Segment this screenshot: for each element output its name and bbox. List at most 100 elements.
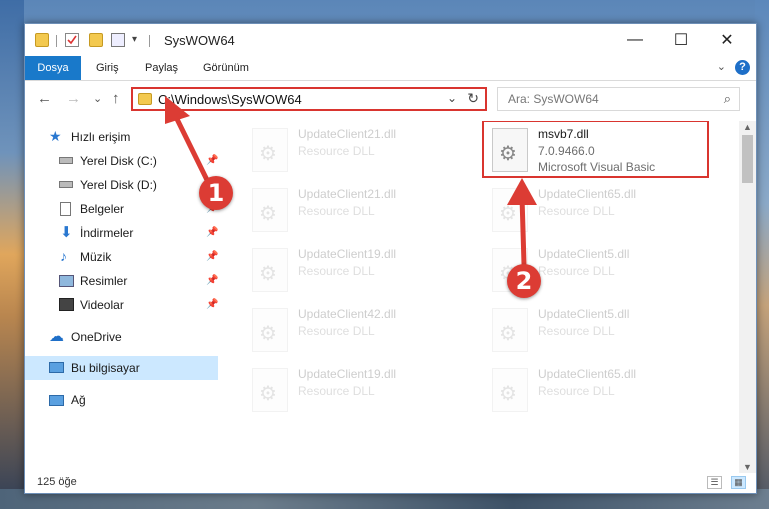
up-arrow-icon[interactable]: ↑: [112, 90, 120, 107]
address-bar[interactable]: C:\Windows\SysWOW64 ⌄ ↻: [131, 87, 487, 111]
file-name: UpdateClient21.dll: [298, 127, 397, 141]
file-tile[interactable]: ⚙ UpdateClient65.dll Resource DLL: [485, 365, 710, 421]
file-type: Resource DLL: [538, 204, 615, 218]
details-view-icon[interactable]: ☰: [707, 476, 722, 489]
properties-icon[interactable]: [65, 33, 79, 47]
gear-icon: ⚙: [259, 323, 277, 345]
sidebar-item-documents[interactable]: Belgeler 📌: [25, 198, 218, 220]
back-arrow-icon[interactable]: ←: [37, 90, 52, 107]
cloud-icon: ☁: [49, 328, 64, 345]
sidebar-item-label: Videolar: [80, 298, 124, 312]
sidebar-item-local-disk-d[interactable]: Yerel Disk (D:): [25, 174, 218, 196]
pin-icon[interactable]: 📌: [206, 227, 218, 238]
pin-icon[interactable]: 📌: [206, 155, 218, 166]
pin-icon[interactable]: 📌: [206, 299, 218, 310]
file-tile[interactable]: ⚙ UpdateClient65.dll Resource DLL: [485, 185, 710, 241]
tab-share[interactable]: Paylaş: [145, 56, 178, 80]
file-type: Resource DLL: [538, 264, 615, 278]
title-bar: ▾ SysWOW64 — ☐ ✕: [25, 24, 756, 56]
file-tile[interactable]: ⚙ UpdateClient21.dll Resource DLL: [245, 125, 470, 181]
gear-icon: ⚙: [259, 263, 277, 285]
dll-file-icon: ⚙: [252, 188, 288, 232]
gear-icon: ⚙: [499, 323, 517, 345]
tiles-view-icon[interactable]: ▦: [731, 476, 746, 489]
file-type: Resource DLL: [298, 324, 375, 338]
file-tile[interactable]: ⚙ UpdateClient19.dll Resource DLL: [245, 365, 470, 421]
dll-file-icon: ⚙: [252, 248, 288, 292]
close-button[interactable]: ✕: [704, 24, 750, 56]
folder-icon: [138, 93, 152, 105]
star-icon: ★: [49, 128, 62, 144]
search-box[interactable]: Ara: SysWOW64 ⌕: [497, 87, 740, 111]
drive-icon: [59, 181, 73, 188]
folder-icon: [35, 33, 49, 47]
pin-icon[interactable]: 📌: [206, 275, 218, 286]
file-tile[interactable]: ⚙ UpdateClient21.dll Resource DLL: [245, 185, 470, 241]
forward-arrow-icon[interactable]: →: [66, 90, 81, 107]
callout-2: 2: [507, 264, 541, 298]
file-explorer-window: ▾ SysWOW64 — ☐ ✕ Dosya Giriş Paylaş Görü…: [24, 23, 757, 494]
sidebar-item-label: Müzik: [80, 250, 112, 264]
address-dropdown-chevron-icon[interactable]: ⌄: [447, 91, 457, 105]
sidebar-item-label: Yerel Disk (D:): [80, 178, 157, 192]
search-input[interactable]: Ara: SysWOW64: [508, 92, 599, 106]
network-icon: [49, 395, 64, 406]
tab-view[interactable]: Görünüm: [203, 56, 249, 80]
divider: [149, 35, 150, 47]
dll-file-icon: ⚙: [252, 308, 288, 352]
sidebar-item-downloads[interactable]: ⬇ İndirmeler 📌: [25, 222, 218, 244]
gear-icon: ⚙: [499, 383, 517, 405]
tab-file[interactable]: Dosya: [25, 56, 81, 80]
sidebar-item-network[interactable]: Ağ: [25, 389, 218, 411]
refresh-icon[interactable]: ↻: [467, 90, 479, 107]
file-type: Resource DLL: [298, 144, 375, 158]
ribbon: Dosya Giriş Paylaş Görünüm ⌄ ?: [25, 56, 756, 81]
tab-home[interactable]: Giriş: [96, 56, 119, 80]
sidebar-item-pictures[interactable]: Resimler 📌: [25, 270, 218, 292]
gear-icon: ⚙: [499, 203, 517, 225]
minimize-button[interactable]: —: [612, 24, 658, 56]
file-name: UpdateClient19.dll: [298, 367, 397, 381]
file-tile[interactable]: ⚙ UpdateClient19.dll Resource DLL: [245, 245, 470, 301]
address-path[interactable]: C:\Windows\SysWOW64: [158, 92, 302, 107]
file-name: UpdateClient5.dll: [538, 307, 630, 321]
dll-file-icon: ⚙: [492, 308, 528, 352]
computer-icon: [49, 362, 64, 373]
window-title: SysWOW64: [164, 33, 235, 48]
dll-file-icon: ⚙: [252, 128, 288, 172]
vertical-scrollbar[interactable]: ▲ ▼: [739, 121, 756, 473]
file-tile[interactable]: ⚙ UpdateClient42.dll Resource DLL: [245, 305, 470, 361]
navigation-bar: ← → ⌄ ↑ C:\Windows\SysWOW64 ⌄ ↻ Ara: Sys…: [25, 81, 756, 117]
pin-icon[interactable]: 📌: [206, 251, 218, 262]
file-name: UpdateClient21.dll: [298, 187, 397, 201]
rename-icon[interactable]: [111, 33, 125, 47]
maximize-button[interactable]: ☐: [658, 24, 704, 56]
customize-toolbar-chevron-icon[interactable]: ▾: [132, 34, 146, 48]
sidebar-item-local-disk-c[interactable]: Yerel Disk (C:) 📌: [25, 150, 218, 172]
new-folder-icon[interactable]: [89, 33, 103, 47]
sidebar-item-onedrive[interactable]: ☁ OneDrive: [25, 326, 218, 348]
file-name: UpdateClient42.dll: [298, 307, 397, 321]
sidebar-item-quick-access[interactable]: ★ Hızlı erişim: [25, 126, 218, 148]
help-button[interactable]: ?: [735, 60, 750, 75]
scroll-down-arrow-icon[interactable]: ▼: [743, 462, 752, 472]
sidebar-item-music[interactable]: ♪ Müzik 📌: [25, 246, 218, 268]
sidebar-item-videos[interactable]: Videolar 📌: [25, 294, 218, 316]
file-name: UpdateClient19.dll: [298, 247, 397, 261]
file-type: Resource DLL: [538, 324, 615, 338]
status-bar: 125 öğe ☰ ▦: [25, 473, 756, 493]
scrollbar-thumb[interactable]: [742, 135, 753, 183]
search-icon[interactable]: ⌕: [724, 91, 731, 107]
sidebar-item-label: Yerel Disk (C:): [80, 154, 157, 168]
pictures-icon: [59, 275, 74, 287]
scroll-up-arrow-icon[interactable]: ▲: [743, 122, 752, 132]
file-tile[interactable]: ⚙ UpdateClient5.dll Resource DLL: [485, 305, 710, 361]
expand-ribbon-chevron-icon[interactable]: ⌄: [717, 60, 726, 73]
documents-icon: [60, 202, 71, 216]
recent-locations-chevron-icon[interactable]: ⌄: [93, 92, 102, 105]
file-list: ⚙ UpdateClient21.dll Resource DLL ⚙ Upda…: [223, 121, 734, 473]
sidebar-item-this-pc[interactable]: Bu bilgisayar: [25, 356, 218, 380]
sidebar-item-label: Ağ: [71, 393, 86, 407]
file-name: UpdateClient65.dll: [538, 187, 637, 201]
gear-icon: ⚙: [259, 203, 277, 225]
